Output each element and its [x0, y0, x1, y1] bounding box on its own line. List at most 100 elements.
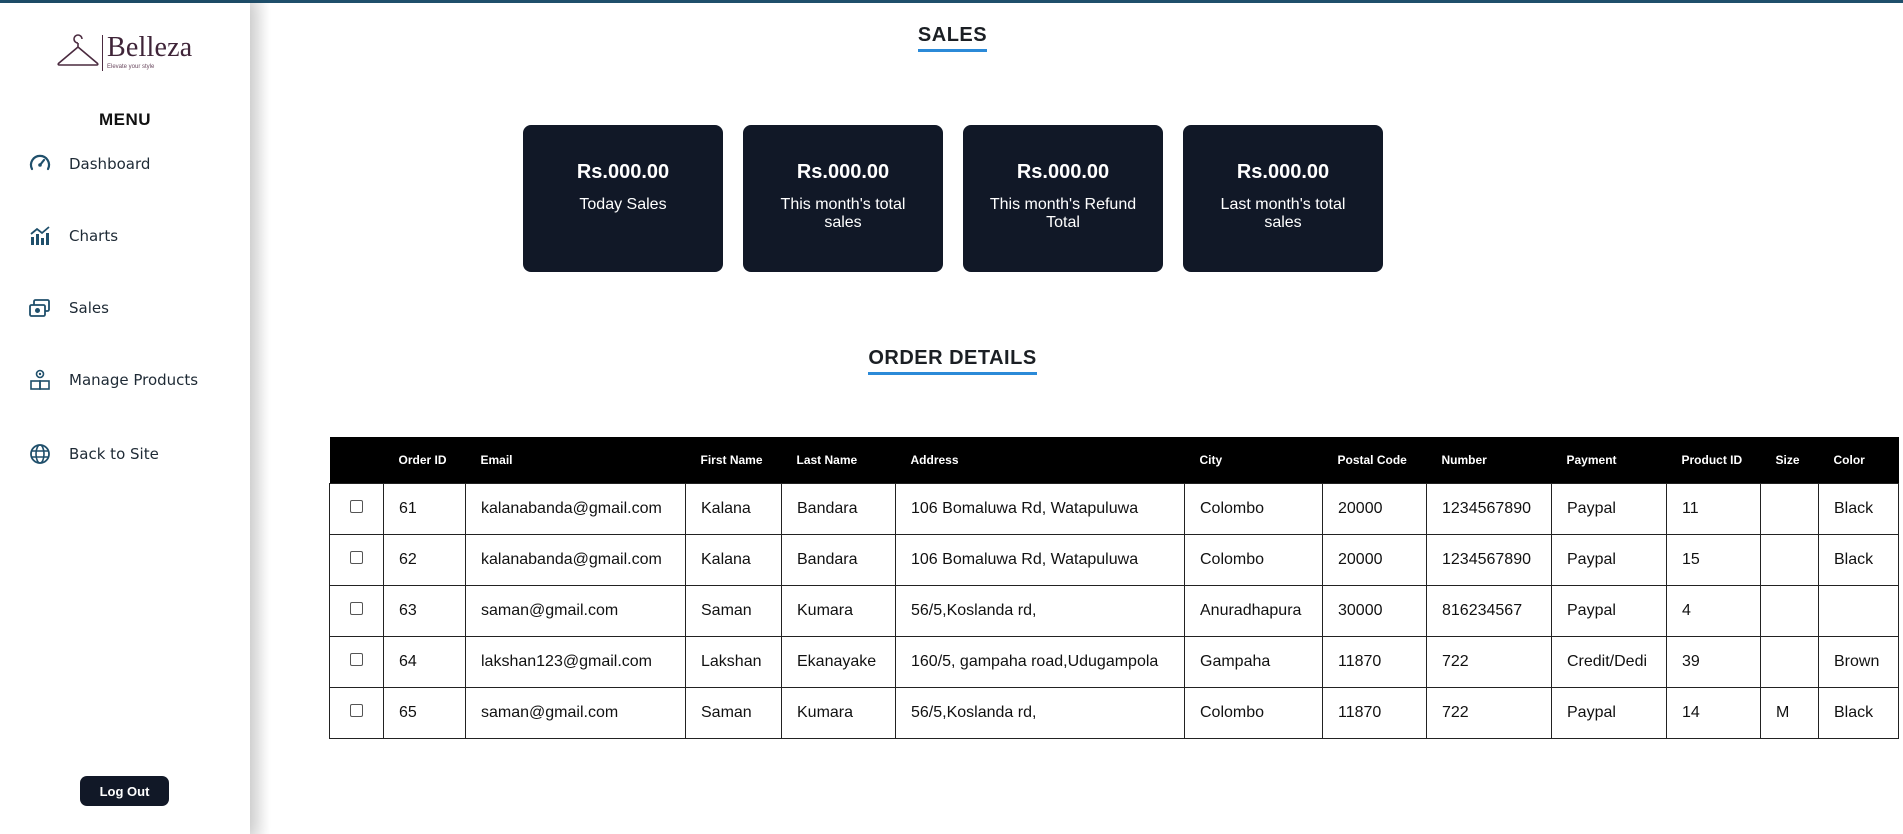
row-checkbox[interactable]	[350, 602, 363, 615]
table-cell: Kalana	[685, 534, 782, 586]
table-cell: Credit/Dedi	[1551, 636, 1667, 688]
column-header: Product ID	[1666, 437, 1761, 484]
table-cell: 15	[1666, 534, 1761, 586]
sales-heading-wrap: SALES	[270, 24, 1635, 52]
column-header: Last Name	[781, 437, 896, 484]
table-cell: Kumara	[781, 585, 896, 637]
sales-heading: SALES	[917, 24, 988, 52]
column-header: Address	[895, 437, 1185, 484]
table-cell: Anuradhapura	[1184, 585, 1323, 637]
row-select-cell	[329, 483, 384, 535]
table-cell: 63	[383, 585, 466, 637]
table-cell	[1760, 534, 1819, 586]
row-checkbox[interactable]	[350, 704, 363, 717]
table-cell: 722	[1426, 687, 1552, 739]
chart-icon	[30, 226, 50, 245]
table-cell: saman@gmail.com	[465, 585, 686, 637]
table-cell: Black	[1818, 687, 1899, 739]
table-cell: 160/5, gampaha road,Udugampola	[895, 636, 1185, 688]
row-checkbox[interactable]	[350, 653, 363, 666]
column-header: Size	[1760, 437, 1819, 484]
sidebar-item-label: Manage Products	[69, 371, 199, 389]
table-cell: 20000	[1322, 483, 1427, 535]
table-cell: Saman	[685, 585, 782, 637]
table-cell: 11870	[1322, 636, 1427, 688]
sidebar-item-label: Charts	[69, 227, 119, 245]
brand-name: Belleza	[107, 32, 193, 63]
orders-table: Order ID Email First Name Last Name Address C…	[329, 437, 1899, 739]
sidebar-item-label: Dashboard	[69, 155, 151, 173]
column-header: Payment	[1551, 437, 1667, 484]
table-cell: 56/5,Koslanda rd,	[895, 585, 1185, 637]
table-cell	[1760, 483, 1819, 535]
table-cell: Black	[1818, 534, 1899, 586]
table-cell: 1234567890	[1426, 534, 1552, 586]
sidebar-item-manage-products[interactable]: Manage Products	[28, 368, 198, 392]
sales-card-amount: Rs.000.00	[576, 161, 670, 183]
table-cell: Colombo	[1184, 687, 1323, 739]
table-cell: Paypal	[1551, 483, 1667, 535]
sidebar-item-dashboard[interactable]: Dashboard	[28, 152, 150, 176]
orders-table-header: Order ID Email First Name Last Name Address C…	[329, 437, 1899, 484]
orders-table-body: 61 kalanabanda@gmail.com Kalana Bandara 106 …	[329, 483, 1899, 739]
table-cell: Brown	[1818, 636, 1899, 688]
table-cell	[1818, 585, 1899, 637]
globe-icon	[30, 444, 50, 464]
table-cell	[1760, 636, 1819, 688]
table-cell: Kalana	[685, 483, 782, 535]
column-header: Color	[1818, 437, 1899, 484]
dashboard-gauge-icon	[29, 154, 51, 171]
table-cell: 11	[1666, 483, 1761, 535]
header-row: Order ID Email First Name Last Name Address C…	[329, 437, 1899, 484]
column-header-select	[329, 437, 384, 484]
table-cell: Kumara	[781, 687, 896, 739]
row-select-cell	[329, 636, 384, 688]
orders-heading-wrap: ORDER DETAILS	[270, 347, 1635, 375]
column-header: Number	[1426, 437, 1552, 484]
row-select-cell	[329, 585, 384, 637]
logo-divider	[102, 35, 103, 71]
column-header: Order ID	[383, 437, 466, 484]
table-cell: Ekanayake	[781, 636, 896, 688]
table-cell: 1234567890	[1426, 483, 1552, 535]
sales-card-amount: Rs.000.00	[1236, 161, 1330, 183]
column-header: Email	[465, 437, 686, 484]
sidebar-item-charts[interactable]: Charts	[28, 224, 118, 248]
sales-card-amount: Rs.000.00	[1016, 161, 1110, 183]
orders-table-wrap[interactable]: Order ID Email First Name Last Name Address C…	[329, 437, 1903, 739]
table-cell: 56/5,Koslanda rd,	[895, 687, 1185, 739]
table-cell: 14	[1666, 687, 1761, 739]
orders-heading: ORDER DETAILS	[868, 347, 1037, 375]
table-cell: Paypal	[1551, 687, 1667, 739]
table-cell: 20000	[1322, 534, 1427, 586]
table-row: 63 saman@gmail.com Saman Kumara 56/5,Kosland…	[329, 585, 1899, 637]
menu-title: MENU	[98, 110, 152, 129]
brand-logo[interactable]: Belleza Elevate your style	[56, 33, 192, 75]
row-select-cell	[329, 534, 384, 586]
table-cell: 62	[383, 534, 466, 586]
row-checkbox[interactable]	[350, 551, 363, 564]
table-row: 62 kalanabanda@gmail.com Kalana Bandara 106 …	[329, 534, 1899, 586]
row-checkbox[interactable]	[350, 500, 363, 513]
table-cell: Black	[1818, 483, 1899, 535]
sales-card-today: Rs.000.00 Today Sales	[523, 125, 723, 272]
sales-icon	[29, 299, 50, 317]
table-row: 64 lakshan123@gmail.com Lakshan Ekanayake 16…	[329, 636, 1899, 688]
top-border	[0, 0, 1903, 3]
sales-card-month-total: Rs.000.00 This month's total sales	[743, 125, 943, 272]
sidebar-item-sales[interactable]: Sales	[28, 296, 109, 320]
logout-button[interactable]: Log Out	[80, 776, 169, 806]
brand-tagline: Elevate your style	[107, 64, 155, 70]
column-header: First Name	[685, 437, 782, 484]
table-cell: lakshan123@gmail.com	[465, 636, 686, 688]
sales-card-label: Last month's total sales	[1220, 196, 1346, 231]
table-cell: Colombo	[1184, 534, 1323, 586]
manage-products-icon	[30, 369, 50, 390]
sidebar-item-back-to-site[interactable]: Back to Site	[28, 442, 159, 466]
table-cell: Saman	[685, 687, 782, 739]
table-cell	[1760, 585, 1819, 637]
table-cell: 65	[383, 687, 466, 739]
sales-card-month-refund: Rs.000.00 This month's Refund Total	[963, 125, 1163, 272]
sales-card-last-month: Rs.000.00 Last month's total sales	[1183, 125, 1383, 272]
hanger-icon	[57, 34, 99, 66]
